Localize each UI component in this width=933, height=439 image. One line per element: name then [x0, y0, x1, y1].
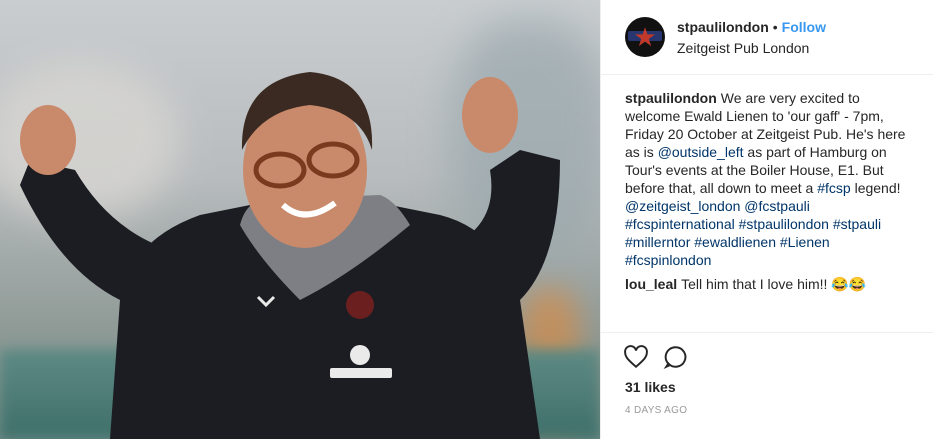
caption-username[interactable]: stpaulilondon	[625, 90, 717, 106]
likes-count[interactable]: 31 likes	[601, 373, 933, 395]
comment: lou_leal Tell him that I love him!! 😂😂	[625, 275, 909, 293]
hashtag-link[interactable]: #stpaulilondon	[739, 216, 829, 232]
hashtag-link[interactable]: #fcspinlondon	[625, 252, 711, 268]
comment-icon[interactable]	[663, 344, 689, 370]
separator-dot: •	[772, 19, 778, 35]
avatar[interactable]	[625, 17, 665, 57]
hashtag-link[interactable]: #millerntor	[625, 234, 690, 250]
comment-username[interactable]: lou_leal	[625, 276, 677, 292]
hashtag-link[interactable]: #fcspinternational	[625, 216, 735, 232]
instagram-post: stpaulilondon•Follow Zeitgeist Pub Londo…	[0, 0, 933, 439]
comment-text: Tell him that I love him!! 😂😂	[681, 276, 867, 292]
caption: stpaulilondon We are very excited to welc…	[625, 89, 909, 269]
header-meta: stpaulilondon • Follow Zeitgeist Pub Londo…	[677, 18, 826, 56]
mention-link[interactable]: @fcstpauli	[744, 198, 810, 214]
mention-link[interactable]: @zeitgeist_london	[625, 198, 740, 214]
location-link[interactable]: Zeitgeist Pub London	[677, 40, 826, 56]
follow-button[interactable]: Follow	[782, 19, 826, 35]
post-photo[interactable]	[0, 0, 600, 439]
header-row: stpaulilondon • Follow	[677, 18, 826, 36]
heart-icon[interactable]	[623, 344, 649, 370]
post-date[interactable]: 4 DAYS AGO	[601, 395, 933, 416]
hashtag-link[interactable]: #ewaldlienen	[694, 234, 776, 250]
post-sidebar: stpaulilondon•Follow Zeitgeist Pub Londo…	[600, 0, 933, 439]
caption-text: legend!	[850, 180, 901, 196]
comments-section: stpaulilondon We are very excited to welc…	[601, 75, 933, 333]
hashtag-link[interactable]: #fcsp	[817, 180, 850, 196]
hashtag-link[interactable]: #Lienen	[780, 234, 830, 250]
avatar-logo-band	[628, 31, 662, 41]
post-header: stpaulilondon•Follow Zeitgeist Pub Londo…	[601, 0, 933, 75]
header-username[interactable]: stpaulilondon	[677, 19, 769, 35]
man-cheering-figure	[20, 72, 560, 439]
hashtag-link[interactable]: #stpauli	[833, 216, 881, 232]
mention-link[interactable]: @outside_left	[658, 144, 744, 160]
action-bar	[601, 333, 933, 373]
